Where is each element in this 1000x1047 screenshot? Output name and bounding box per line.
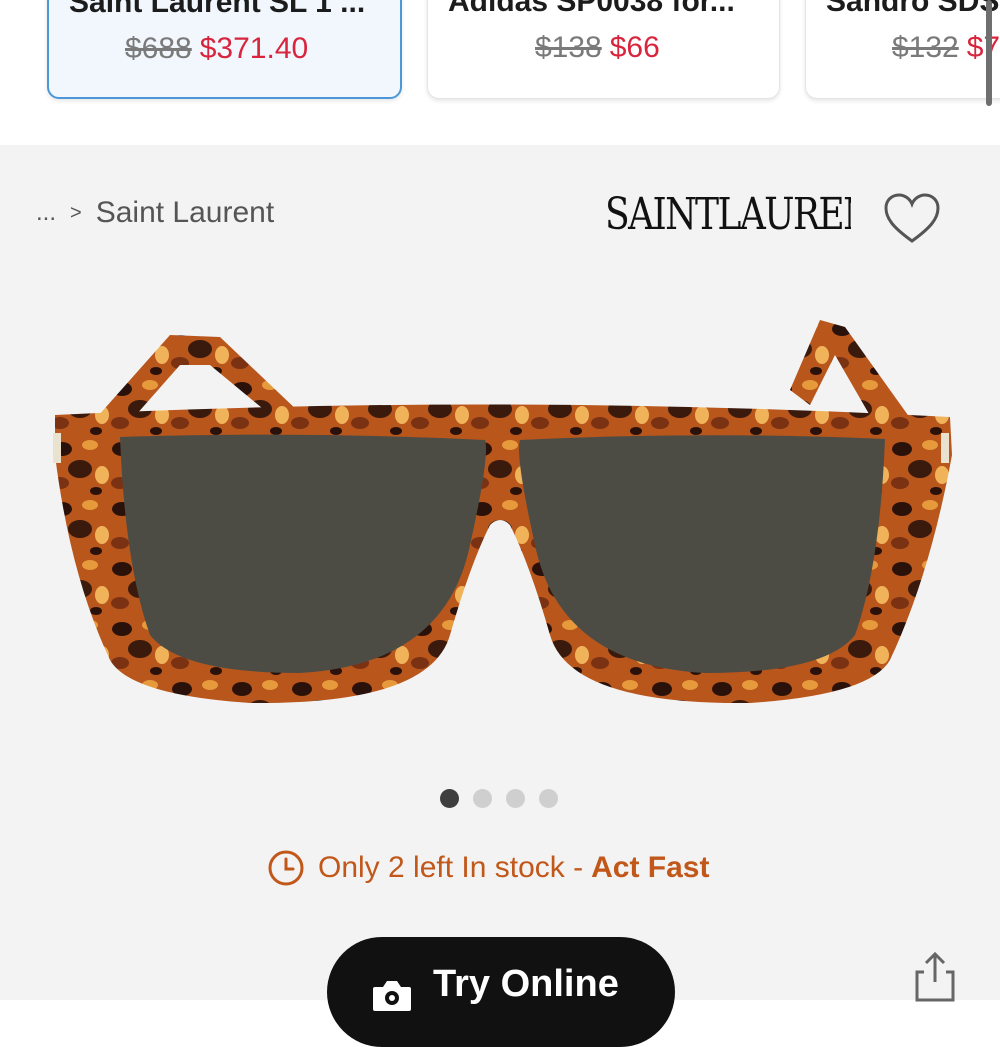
stock-text: Only 2 left In stock - bbox=[318, 851, 584, 884]
product-card[interactable]: Sandro SDS $132 $7 bbox=[805, 0, 1000, 99]
sale-price: $7 bbox=[966, 31, 1000, 64]
sale-price: $66 bbox=[609, 31, 660, 64]
product-detail: ... > Saint Laurent SAINTLAURENT bbox=[0, 145, 1000, 1047]
product-card-name: Sandro SDS bbox=[826, 0, 1000, 18]
product-image[interactable] bbox=[50, 315, 955, 715]
gallery-dot[interactable] bbox=[440, 789, 459, 808]
product-card-name: Adidas SP0038 for... bbox=[448, 0, 735, 18]
try-online-button[interactable]: Try Online bbox=[327, 937, 675, 1047]
breadcrumb-separator: > bbox=[70, 201, 82, 224]
heart-icon[interactable] bbox=[884, 193, 940, 245]
gallery-dot[interactable] bbox=[473, 789, 492, 808]
gallery-pagination bbox=[440, 789, 558, 808]
brand-logo[interactable]: SAINTLAURENT bbox=[605, 185, 899, 256]
gallery-dot[interactable] bbox=[506, 789, 525, 808]
clock-icon bbox=[268, 850, 304, 886]
product-card-prices: $132 $7 bbox=[892, 31, 1000, 65]
product-card[interactable]: Adidas SP0038 for... $138 $66 bbox=[427, 0, 780, 99]
share-icon[interactable] bbox=[912, 950, 958, 1002]
brand-logo-art: SAINTLAURENT bbox=[605, 190, 899, 240]
related-products-carousel[interactable]: Saint Laurent SL 1 ... $688 $371.40 Adida… bbox=[0, 0, 1000, 145]
breadcrumb-ellipsis[interactable]: ... bbox=[36, 199, 56, 227]
product-card[interactable]: Saint Laurent SL 1 ... $688 $371.40 bbox=[47, 0, 402, 99]
product-card-prices: $688 $371.40 bbox=[125, 32, 308, 66]
stock-urgent-text: Act Fast bbox=[591, 851, 710, 884]
product-card-name: Saint Laurent SL 1 ... bbox=[69, 0, 366, 19]
stock-notice: Only 2 left In stock - Act Fast bbox=[268, 850, 709, 886]
svg-text:SAINTLAURENT: SAINTLAURENT bbox=[605, 190, 851, 240]
product-card-prices: $138 $66 bbox=[535, 31, 660, 65]
breadcrumb-current[interactable]: Saint Laurent bbox=[96, 196, 274, 230]
original-price: $688 bbox=[125, 32, 192, 65]
gallery-dot[interactable] bbox=[539, 789, 558, 808]
camera-icon bbox=[373, 981, 411, 1011]
original-price: $138 bbox=[535, 31, 602, 64]
sale-price: $371.40 bbox=[199, 32, 309, 65]
scrollbar-thumb[interactable] bbox=[986, 0, 992, 106]
breadcrumb: ... > Saint Laurent bbox=[36, 196, 274, 230]
original-price: $132 bbox=[892, 31, 959, 64]
